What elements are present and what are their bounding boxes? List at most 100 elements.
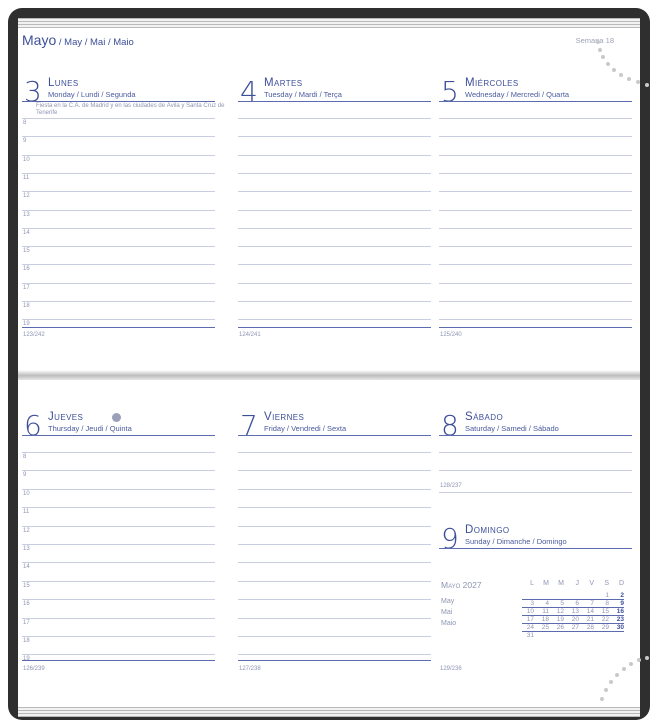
day-count: 126/239 [23,666,45,672]
hour-rule [238,227,431,229]
mini-calendar-day[interactable]: 21 [580,616,594,623]
hour-rule [439,227,632,229]
day-column-5[interactable]: 7 Viernes Friday / Vendredi / Sexta 127/238 [238,411,431,678]
hour-rule [238,654,431,656]
globe-icon [112,413,121,422]
decorative-dot [645,83,649,87]
hour-rule [238,136,431,138]
mini-calendar-day[interactable]: 15 [595,608,609,615]
mini-calendar-day[interactable]: 6 [565,600,579,607]
hour-rule [238,617,431,619]
hour-label: 16 [23,601,30,608]
mini-calendar-day[interactable]: 11 [535,608,549,615]
mini-calendar-day[interactable]: 18 [535,616,549,623]
day-column-2[interactable]: 4 Martes Tuesday / Mardi / Terça 124/241 [238,77,431,344]
hour-rule [22,617,215,619]
hour-label: 9 [23,138,27,145]
hour-rule [238,636,431,637]
day-header-rule [439,101,632,102]
decorative-dot [596,40,600,44]
hour-rule [439,154,632,156]
page-edge-top [18,18,640,28]
hour-rule [238,264,431,266]
decorative-dot [637,658,641,662]
mini-calendar-day[interactable]: 20 [565,616,579,623]
mini-calendar-weekday: L [530,580,534,587]
decorative-dot [598,48,602,52]
hour-rule [22,636,215,637]
mini-calendar-day[interactable]: 26 [550,624,564,631]
mini-calendar-day[interactable]: 2 [610,592,624,599]
week-number: Semana 18 [575,36,614,45]
mini-calendar-day[interactable]: 14 [580,608,594,615]
decorative-dot [629,662,633,666]
mini-calendar-day[interactable]: 7 [580,600,594,607]
mini-calendar-day[interactable]: 29 [595,624,609,631]
mini-calendar-rule [522,623,624,624]
hour-rule [238,191,431,193]
mini-calendar-day[interactable]: 8 [595,600,609,607]
decorative-dot [615,673,619,677]
hour-rule [22,319,215,321]
mini-calendar-day[interactable]: 16 [610,608,624,615]
hour-rule [439,172,632,174]
day-name: Viernes [264,411,305,423]
day-subtitle: Sunday / Dimanche / Domingo [465,537,567,546]
hour-label: 12 [23,193,30,200]
hour-rule [22,172,215,174]
mini-calendar-day[interactable]: 27 [565,624,579,631]
hour-label: 9 [23,472,27,479]
mini-calendar-day[interactable]: 17 [520,616,534,623]
day-count: 124/241 [239,332,261,338]
hour-label: 13 [23,211,30,218]
mini-calendar-day[interactable]: 30 [610,624,624,631]
mini-calendar-day[interactable]: 10 [520,608,534,615]
hour-label: 10 [23,156,30,163]
mini-calendar-day[interactable]: 19 [550,616,564,623]
hour-label: 10 [23,490,30,497]
decorative-dot [619,73,623,77]
day-header-rule [439,548,632,549]
day-column-6[interactable]: 8 Sábado Saturday / Samedi / Sábado 128/237 [439,411,632,495]
day-name: Sábado [465,411,504,423]
mini-calendar-day[interactable]: 31 [520,632,534,639]
hour-rule [22,580,215,582]
hour-rule [238,452,431,453]
hour-label: 14 [23,564,30,571]
mini-calendar-weekday: J [575,580,580,587]
mini-calendar-day[interactable]: 22 [595,616,609,623]
mini-calendar-day[interactable]: 12 [550,608,564,615]
decorative-dot [636,80,640,84]
mini-calendar-day[interactable]: 28 [580,624,594,631]
decorative-dot [645,656,649,660]
mini-calendar-day[interactable]: 23 [610,616,624,623]
mini-calendar-day[interactable]: 25 [535,624,549,631]
mini-calendar-day[interactable]: 9 [610,600,624,607]
mini-calendar-day[interactable]: 1 [595,592,609,599]
mini-calendar-rule [522,631,624,632]
hour-rule [22,654,215,656]
hour-rule [22,488,215,490]
hour-rule [22,452,215,453]
hour-label: 17 [23,284,30,291]
mini-calendar-day[interactable]: 4 [535,600,549,607]
mini-calendar-weekday: M [558,580,564,587]
mini-calendar-day[interactable]: 13 [565,608,579,615]
hour-rule [439,209,632,211]
day-bottom-rule [238,327,431,328]
hour-rule [439,452,632,453]
day-column-3[interactable]: 5 Miércoles Wednesday / Mercredi / Quarta 1… [439,77,632,344]
hour-rule [238,470,431,472]
mini-calendar-rule [522,599,624,600]
day-column-4[interactable]: 6 Jueves Thursday / Jeudi / Quinta 8 9 10 11 12… [22,411,215,678]
day-column-1[interactable]: 3 Lunes Monday / Lundi / Segunda Fiesta en … [22,77,224,344]
hour-rule [22,118,215,119]
hour-rule [238,488,431,490]
hour-rule [238,580,431,582]
hour-rule [238,282,431,284]
mini-calendar-day[interactable]: 24 [520,624,534,631]
hour-rule [22,544,215,545]
mini-calendar-day[interactable]: 3 [520,600,534,607]
mini-calendar-day[interactable]: 5 [550,600,564,607]
hour-label: 16 [23,266,30,273]
